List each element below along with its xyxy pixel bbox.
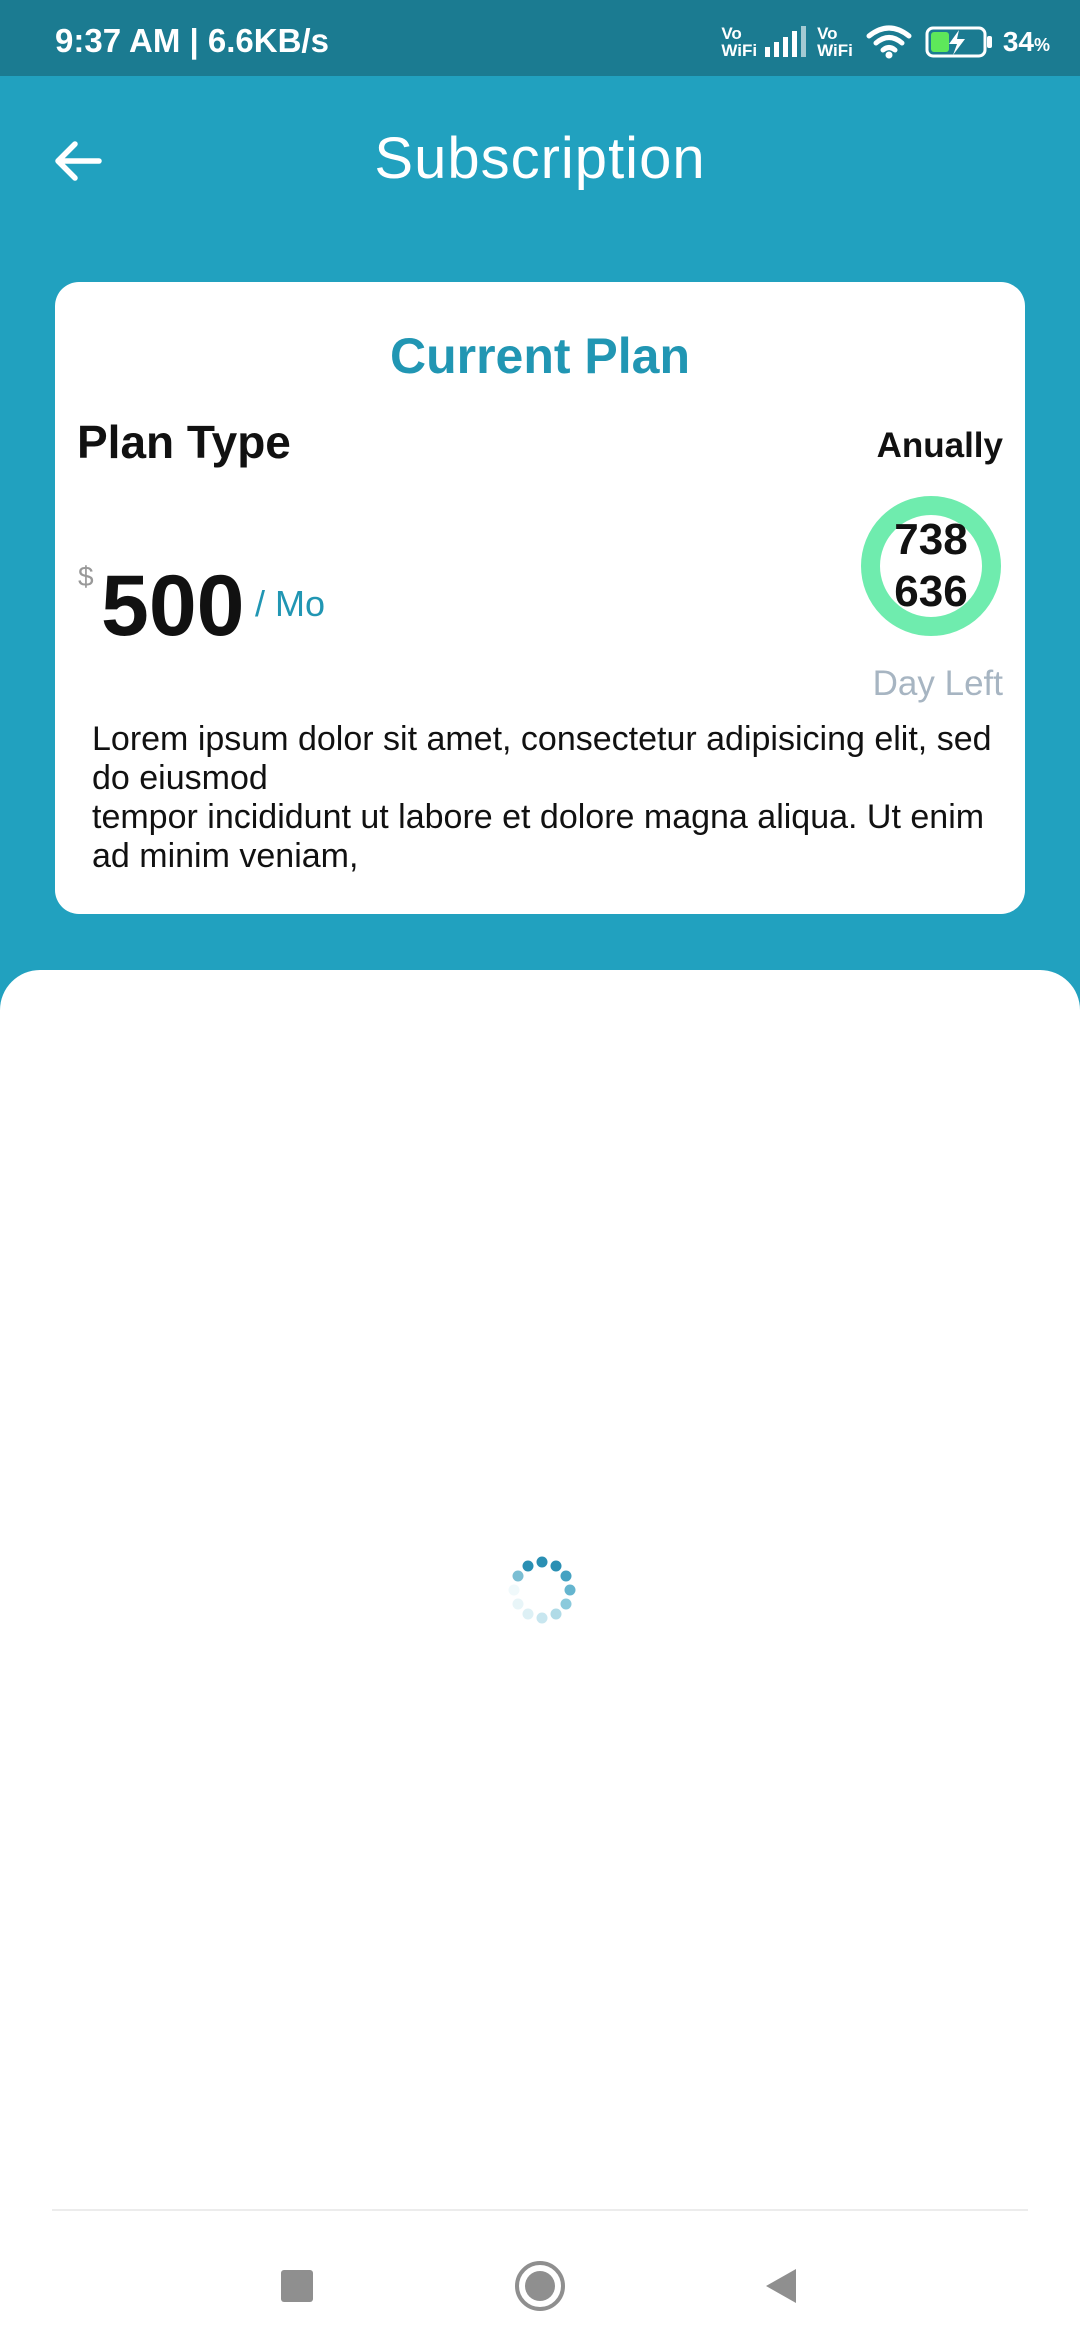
description-line: Lorem ipsum dolor sit amet, consectetur … <box>92 720 992 797</box>
days-remaining-value: 738636 <box>894 515 968 616</box>
battery-percentage: 34% <box>1003 26 1050 58</box>
recent-apps-button[interactable] <box>262 2251 332 2321</box>
card-title: Current Plan <box>389 328 691 384</box>
back-icon <box>766 2269 796 2303</box>
price-unit: / Mo <box>255 583 326 624</box>
days-left-label: Day Left <box>872 664 1003 703</box>
vowifi-indicator: Vo WiFi <box>721 25 757 59</box>
vowifi-top-label: Vo <box>817 24 838 43</box>
vowifi-bottom-label: WiFi <box>817 41 853 60</box>
recent-apps-icon <box>281 2270 313 2302</box>
status-time: 9:37 AM | 6.6KB/s <box>55 22 329 59</box>
home-icon <box>515 2261 565 2311</box>
system-back-button[interactable] <box>745 2251 815 2321</box>
system-nav-bar <box>0 2211 1080 2340</box>
description-line: tempor incididunt ut labore et dolore ma… <box>92 798 985 875</box>
vowifi-indicator-2: Vo WiFi <box>817 25 853 59</box>
battery-charging-icon <box>925 26 992 58</box>
wifi-icon <box>866 25 912 59</box>
loading-spinner-icon <box>508 1556 576 1624</box>
current-plan-card: Current Plan Plan Type Anually $ 500 / M… <box>55 282 1025 914</box>
page-title: Subscription <box>374 126 706 191</box>
vowifi-bottom-label: WiFi <box>721 41 758 60</box>
content-sheet <box>0 970 1080 2340</box>
home-button[interactable] <box>505 2251 575 2321</box>
status-bar: 9:37 AM | 6.6KB/s Vo WiFi Vo WiFi 34% <box>0 0 1080 76</box>
battery-unit: % <box>1033 35 1050 55</box>
currency-symbol: $ <box>78 561 94 592</box>
plan-description: Lorem ipsum dolor sit amet, consectetur … <box>92 720 1002 876</box>
days-left-ring: 738636 <box>861 496 1001 636</box>
status-icons: Vo WiFi Vo WiFi 34% <box>721 20 1050 64</box>
plan-period: Anually <box>876 426 1003 465</box>
plan-price: 500 <box>101 558 245 654</box>
app-header: Subscription <box>0 76 1080 246</box>
battery-value: 34 <box>1002 26 1034 57</box>
vowifi-top-label: Vo <box>721 24 742 43</box>
plan-type-label: Plan Type <box>77 416 291 468</box>
signal-bars-icon <box>765 26 807 57</box>
